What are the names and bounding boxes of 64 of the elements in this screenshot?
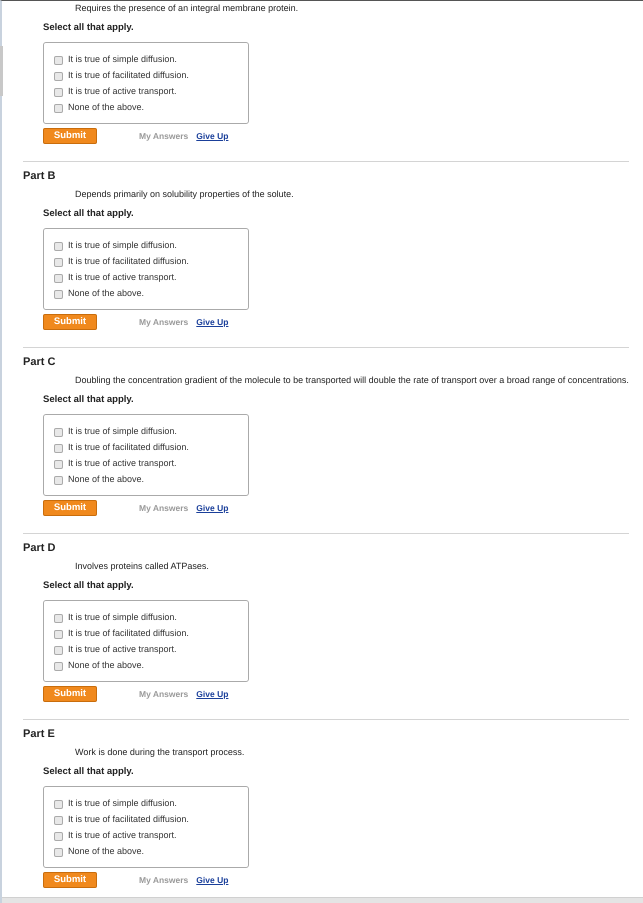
option-label: It is true of simple diffusion. xyxy=(68,425,177,438)
give-up-link[interactable]: Give Up xyxy=(196,316,228,328)
my-answers-label: My Answers xyxy=(139,688,188,700)
my-answers-label: My Answers xyxy=(139,874,188,886)
checkbox[interactable] xyxy=(54,476,63,484)
option-label: It is true of active transport. xyxy=(68,85,177,98)
question-prompt: Involves proteins called ATPases. xyxy=(74,560,210,572)
checkbox[interactable] xyxy=(54,630,63,638)
checkbox[interactable] xyxy=(54,56,63,64)
give-up-link[interactable]: Give Up xyxy=(196,502,228,514)
part-title: Part D xyxy=(23,541,56,555)
question-prompt: Doubling the concentration gradient of the molecule to be transported will double the rate of transport over a broad range of concentrations. xyxy=(74,374,629,386)
instruction-text: Select all that apply. xyxy=(43,766,135,778)
option-label: It is true of simple diffusion. xyxy=(68,611,177,624)
option-label: It is true of facilitated diffusion. xyxy=(68,69,189,82)
part-title: Part B xyxy=(23,169,56,183)
part-title: Part C xyxy=(23,355,56,369)
option-label: It is true of simple diffusion. xyxy=(68,53,177,66)
option-label: None of the above. xyxy=(68,101,144,114)
question-prompt: Requires the presence of an integral membrane protein. xyxy=(74,2,300,14)
option-label: It is true of active transport. xyxy=(68,271,177,284)
checkbox[interactable] xyxy=(54,460,63,468)
my-answers-label: My Answers xyxy=(139,130,188,142)
option-label: It is true of facilitated diffusion. xyxy=(68,255,189,268)
option-label: It is true of facilitated diffusion. xyxy=(68,627,189,640)
give-up-link[interactable]: Give Up xyxy=(196,874,228,886)
checkbox[interactable] xyxy=(54,816,63,824)
option-label: It is true of facilitated diffusion. xyxy=(68,441,189,454)
checkbox[interactable] xyxy=(54,258,63,266)
checkbox[interactable] xyxy=(54,428,63,436)
option-label: None of the above. xyxy=(68,473,144,486)
checkbox[interactable] xyxy=(54,800,63,808)
checkbox[interactable] xyxy=(54,242,63,250)
option-label: It is true of active transport. xyxy=(68,457,177,470)
instruction-text: Select all that apply. xyxy=(43,22,135,34)
checkbox[interactable] xyxy=(54,832,63,840)
option-label: None of the above. xyxy=(68,845,144,858)
question-prompt: Work is done during the transport process. xyxy=(74,746,246,758)
option-label: It is true of active transport. xyxy=(68,829,177,842)
instruction-text: Select all that apply. xyxy=(43,580,135,592)
checkbox[interactable] xyxy=(54,88,63,96)
option-label: It is true of facilitated diffusion. xyxy=(68,813,189,826)
option-label: None of the above. xyxy=(68,659,144,672)
checkbox[interactable] xyxy=(54,104,63,112)
checkbox[interactable] xyxy=(54,72,63,80)
my-answers-label: My Answers xyxy=(139,502,188,514)
checkbox[interactable] xyxy=(54,274,63,282)
instruction-text: Select all that apply. xyxy=(43,208,135,220)
my-answers-label: My Answers xyxy=(139,316,188,328)
give-up-link[interactable]: Give Up xyxy=(196,688,228,700)
give-up-link[interactable]: Give Up xyxy=(196,130,228,142)
option-label: None of the above. xyxy=(68,287,144,300)
part-title: Part E xyxy=(23,727,56,741)
instruction-text: Select all that apply. xyxy=(43,394,135,406)
checkbox[interactable] xyxy=(54,662,63,670)
option-label: It is true of simple diffusion. xyxy=(68,239,177,252)
option-label: It is true of simple diffusion. xyxy=(68,797,177,810)
checkbox[interactable] xyxy=(54,444,63,452)
checkbox[interactable] xyxy=(54,290,63,298)
question-prompt: Depends primarily on solubility properties of the solute. xyxy=(74,188,295,200)
checkbox[interactable] xyxy=(54,614,63,622)
checkbox[interactable] xyxy=(54,646,63,654)
option-label: It is true of active transport. xyxy=(68,643,177,656)
checkbox[interactable] xyxy=(54,848,63,856)
